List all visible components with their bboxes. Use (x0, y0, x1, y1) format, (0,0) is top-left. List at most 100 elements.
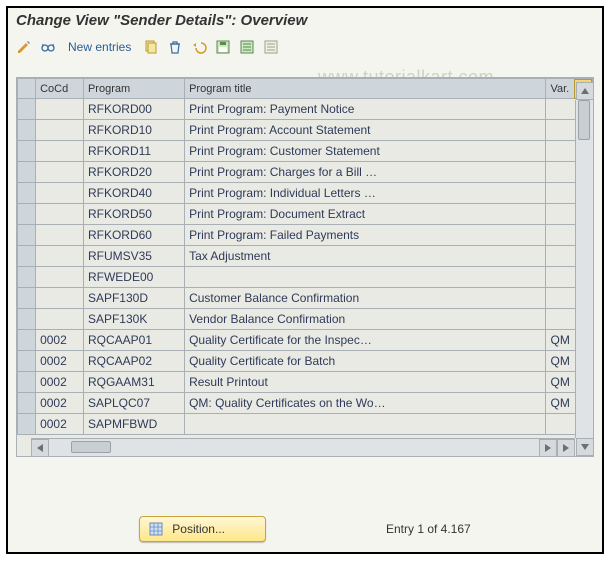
table-row[interactable]: RFKORD40Print Program: Individual Letter… (18, 183, 593, 204)
cell-program[interactable]: RFKORD60 (83, 225, 184, 246)
cell-cocd[interactable]: 0002 (36, 414, 84, 435)
table-row[interactable]: 0002RQCAAP01Quality Certificate for the … (18, 330, 593, 351)
row-selector[interactable] (18, 330, 36, 351)
cell-program[interactable]: RFKORD40 (83, 183, 184, 204)
cell-title[interactable]: Tax Adjustment (185, 246, 546, 267)
cell-program[interactable]: RQCAAP01 (83, 330, 184, 351)
table-row[interactable]: 0002RQCAAP02Quality Certificate for Batc… (18, 351, 593, 372)
cell-program[interactable]: RQGAAM31 (83, 372, 184, 393)
table-row[interactable]: RFWEDE00 (18, 267, 593, 288)
table-row[interactable]: RFKORD20Print Program: Charges for a Bil… (18, 162, 593, 183)
table-row[interactable]: RFKORD60Print Program: Failed Payments (18, 225, 593, 246)
cell-title[interactable]: Customer Balance Confirmation (185, 288, 546, 309)
horizontal-scroll-thumb[interactable] (71, 441, 111, 453)
table-row[interactable]: RFKORD50Print Program: Document Extract (18, 204, 593, 225)
deselect-all-icon[interactable] (261, 37, 281, 57)
horizontal-scrollbar[interactable] (31, 438, 575, 456)
cell-program[interactable]: RQCAAP02 (83, 351, 184, 372)
cell-title[interactable]: Quality Certificate for Batch (185, 351, 546, 372)
table-row[interactable]: SAPF130DCustomer Balance Confirmation (18, 288, 593, 309)
col-cocd[interactable]: CoCd (36, 79, 84, 99)
cell-program[interactable]: RFKORD10 (83, 120, 184, 141)
vertical-scroll-thumb[interactable] (578, 100, 590, 140)
cell-title[interactable]: Print Program: Document Extract (185, 204, 546, 225)
cell-cocd[interactable] (36, 99, 84, 120)
scroll-left-arrow[interactable] (31, 439, 49, 457)
table-row[interactable]: RFUMSV35Tax Adjustment (18, 246, 593, 267)
save-icon[interactable] (213, 37, 233, 57)
new-entries-button[interactable]: New entries (62, 40, 137, 54)
row-selector[interactable] (18, 99, 36, 120)
select-all-cell[interactable] (18, 79, 36, 99)
row-selector[interactable] (18, 309, 36, 330)
cell-program[interactable]: SAPF130D (83, 288, 184, 309)
cell-program[interactable]: SAPMFBWD (83, 414, 184, 435)
table-row[interactable]: 0002SAPMFBWD (18, 414, 593, 435)
cell-cocd[interactable] (36, 141, 84, 162)
delete-icon[interactable] (165, 37, 185, 57)
scroll-right-end-arrow[interactable] (557, 439, 575, 457)
cell-program[interactable]: RFKORD20 (83, 162, 184, 183)
row-selector[interactable] (18, 351, 36, 372)
copy-icon[interactable] (141, 37, 161, 57)
table-row[interactable]: SAPF130KVendor Balance Confirmation (18, 309, 593, 330)
cell-title[interactable]: Vendor Balance Confirmation (185, 309, 546, 330)
cell-program[interactable]: SAPLQC07 (83, 393, 184, 414)
cell-cocd[interactable] (36, 120, 84, 141)
cell-title[interactable]: QM: Quality Certificates on the Wo… (185, 393, 546, 414)
row-selector[interactable] (18, 288, 36, 309)
cell-title[interactable] (185, 414, 546, 435)
glasses-icon[interactable] (38, 37, 58, 57)
row-selector[interactable] (18, 225, 36, 246)
row-selector[interactable] (18, 204, 36, 225)
row-selector[interactable] (18, 141, 36, 162)
table-row[interactable]: RFKORD10Print Program: Account Statement (18, 120, 593, 141)
select-all-icon[interactable] (237, 37, 257, 57)
tool-change-icon[interactable] (14, 37, 34, 57)
cell-program[interactable]: SAPF130K (83, 309, 184, 330)
cell-cocd[interactable]: 0002 (36, 393, 84, 414)
undo-icon[interactable] (189, 37, 209, 57)
cell-title[interactable]: Quality Certificate for the Inspec… (185, 330, 546, 351)
cell-cocd[interactable] (36, 288, 84, 309)
cell-title[interactable]: Print Program: Failed Payments (185, 225, 546, 246)
scroll-up-arrow[interactable] (576, 82, 594, 100)
row-selector[interactable] (18, 414, 36, 435)
table-row[interactable]: 0002RQGAAM31Result PrintoutQM (18, 372, 593, 393)
cell-title[interactable]: Print Program: Payment Notice (185, 99, 546, 120)
cell-title[interactable]: Print Program: Account Statement (185, 120, 546, 141)
row-selector[interactable] (18, 162, 36, 183)
cell-cocd[interactable]: 0002 (36, 330, 84, 351)
vertical-scrollbar[interactable] (575, 100, 593, 438)
cell-program[interactable]: RFKORD00 (83, 99, 184, 120)
cell-title[interactable]: Print Program: Individual Letters … (185, 183, 546, 204)
row-selector[interactable] (18, 267, 36, 288)
cell-cocd[interactable] (36, 162, 84, 183)
scroll-right-arrow[interactable] (539, 439, 557, 457)
cell-cocd[interactable] (36, 246, 84, 267)
col-program-title[interactable]: Program title (185, 79, 546, 99)
table-row[interactable]: 0002SAPLQC07QM: Quality Certificates on … (18, 393, 593, 414)
cell-title[interactable]: Print Program: Customer Statement (185, 141, 546, 162)
cell-program[interactable]: RFUMSV35 (83, 246, 184, 267)
cell-program[interactable]: RFKORD11 (83, 141, 184, 162)
row-selector[interactable] (18, 120, 36, 141)
cell-cocd[interactable] (36, 183, 84, 204)
row-selector[interactable] (18, 183, 36, 204)
cell-cocd[interactable] (36, 204, 84, 225)
position-button[interactable]: Position... (139, 516, 266, 542)
row-selector[interactable] (18, 393, 36, 414)
cell-title[interactable]: Result Printout (185, 372, 546, 393)
scroll-down-arrow[interactable] (576, 438, 594, 456)
table-row[interactable]: RFKORD11Print Program: Customer Statemen… (18, 141, 593, 162)
cell-cocd[interactable] (36, 309, 84, 330)
row-selector[interactable] (18, 246, 36, 267)
cell-program[interactable]: RFWEDE00 (83, 267, 184, 288)
cell-title[interactable]: Print Program: Charges for a Bill … (185, 162, 546, 183)
col-program[interactable]: Program (83, 79, 184, 99)
cell-cocd[interactable]: 0002 (36, 372, 84, 393)
cell-title[interactable] (185, 267, 546, 288)
table-row[interactable]: RFKORD00Print Program: Payment Notice (18, 99, 593, 120)
cell-cocd[interactable] (36, 267, 84, 288)
cell-program[interactable]: RFKORD50 (83, 204, 184, 225)
